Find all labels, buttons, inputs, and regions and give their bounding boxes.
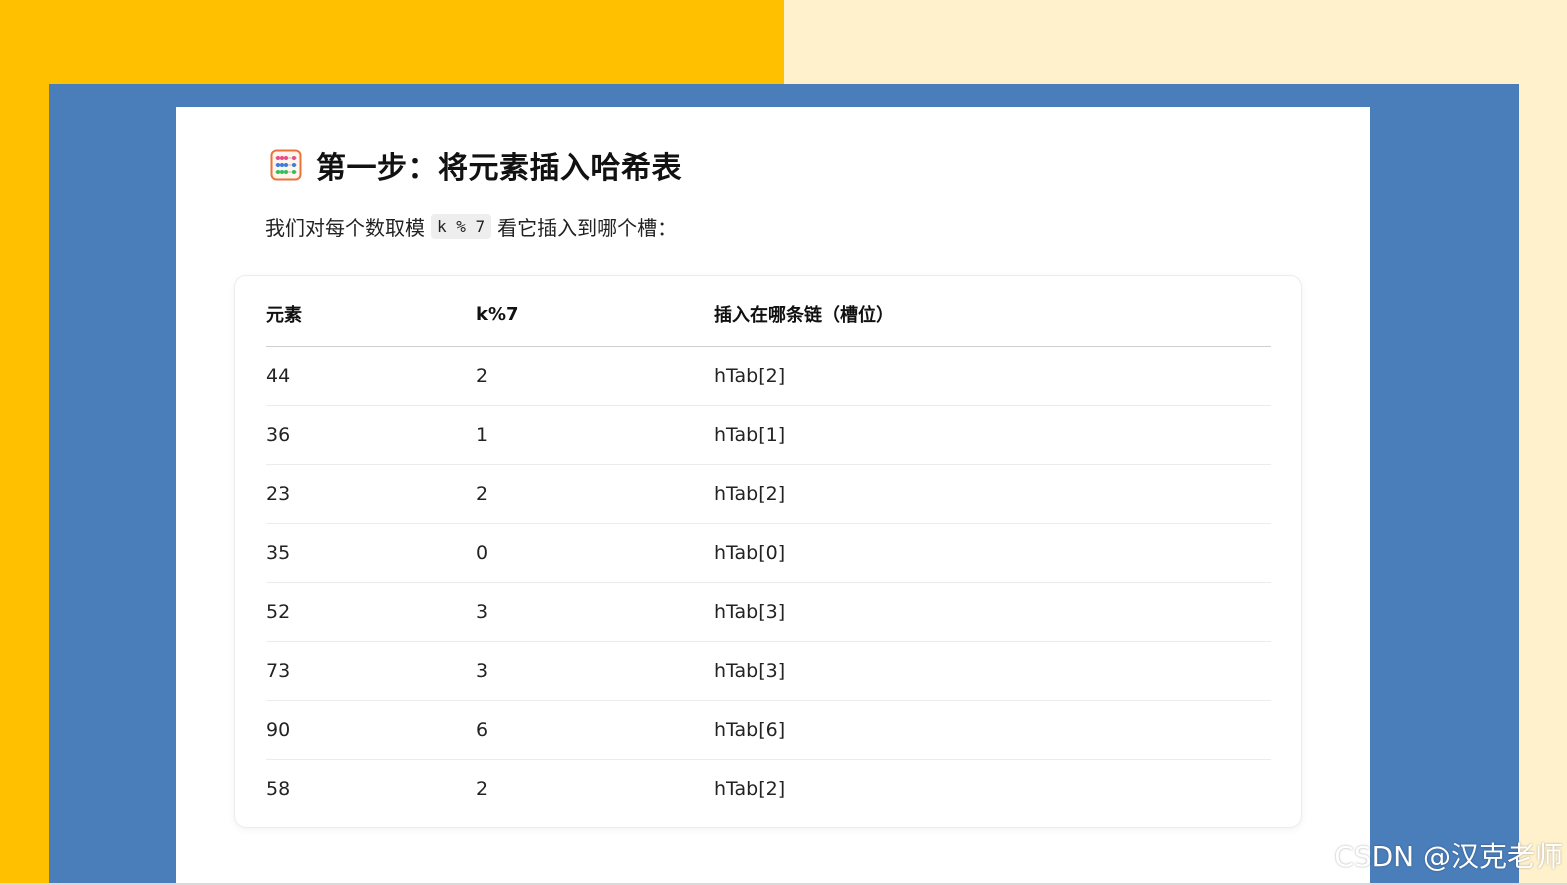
- cell-element: 44: [266, 346, 476, 406]
- cell-mod: 3: [476, 641, 714, 701]
- table-row: 58 2 hTab[2]: [266, 760, 1271, 819]
- cell-element: 90: [266, 700, 476, 760]
- inline-code: k % 7: [431, 213, 492, 239]
- cell-element: 58: [266, 778, 291, 800]
- cell-element: 23: [266, 464, 476, 524]
- table-header-row: 元素 k%7 插入在哪条链（槽位）: [266, 282, 1271, 347]
- table-row: 35 0 hTab[0]: [266, 523, 1271, 583]
- cell-slot: hTab[2]: [714, 464, 1271, 524]
- table-row: 36 1 hTab[1]: [266, 405, 1271, 465]
- cell-mod: 2: [476, 778, 489, 800]
- cell-slot: hTab[1]: [714, 405, 1271, 465]
- header-slot: 插入在哪条链（槽位）: [714, 282, 1271, 347]
- cell-element: 73: [266, 641, 476, 701]
- cell-element: 35: [266, 523, 476, 583]
- cell-slot: hTab[0]: [714, 523, 1271, 583]
- cell-slot: hTab[3]: [714, 582, 1271, 642]
- cell-mod: 3: [476, 582, 714, 642]
- page-heading: 第一步：将元素插入哈希表: [270, 145, 682, 186]
- page-title: 第一步：将元素插入哈希表: [316, 151, 682, 186]
- cell-element: 36: [266, 405, 476, 465]
- table-card: 元素 k%7 插入在哪条链（槽位） 44 2 hTab[2] 36 1 hTab…: [234, 275, 1302, 828]
- cell-slot: hTab[2]: [714, 346, 1271, 406]
- cell-slot: hTab[3]: [714, 641, 1271, 701]
- table-row: 52 3 hTab[3]: [266, 582, 1271, 642]
- cell-slot: hTab[6]: [714, 700, 1271, 760]
- watermark: CSDN @汉克老师: [1334, 840, 1563, 873]
- cell-mod: 6: [476, 700, 714, 760]
- table-row: 90 6 hTab[6]: [266, 700, 1271, 760]
- intro-before: 我们对每个数取模: [265, 215, 425, 240]
- table-row: 23 2 hTab[2]: [266, 464, 1271, 524]
- cell-mod: 1: [476, 405, 714, 465]
- abacus-icon: [270, 149, 302, 181]
- hash-table: 元素 k%7 插入在哪条链（槽位） 44 2 hTab[2] 36 1 hTab…: [266, 282, 1271, 818]
- cell-slot: hTab[2]: [714, 778, 786, 800]
- cell-element: 52: [266, 582, 476, 642]
- intro-after: 看它插入到哪个槽：: [497, 215, 678, 240]
- cell-mod: 2: [476, 346, 714, 406]
- table-row: 73 3 hTab[3]: [266, 641, 1271, 701]
- slide-content: 第一步：将元素插入哈希表 我们对每个数取模 k % 7 看它插入到哪个槽： 元素…: [176, 107, 1370, 885]
- header-mod: k%7: [476, 282, 714, 347]
- cell-mod: 0: [476, 523, 714, 583]
- table-row: 44 2 hTab[2]: [266, 346, 1271, 406]
- intro-text: 我们对每个数取模 k % 7 看它插入到哪个槽：: [265, 211, 677, 241]
- cell-mod: 2: [476, 464, 714, 524]
- header-element: 元素: [266, 282, 476, 347]
